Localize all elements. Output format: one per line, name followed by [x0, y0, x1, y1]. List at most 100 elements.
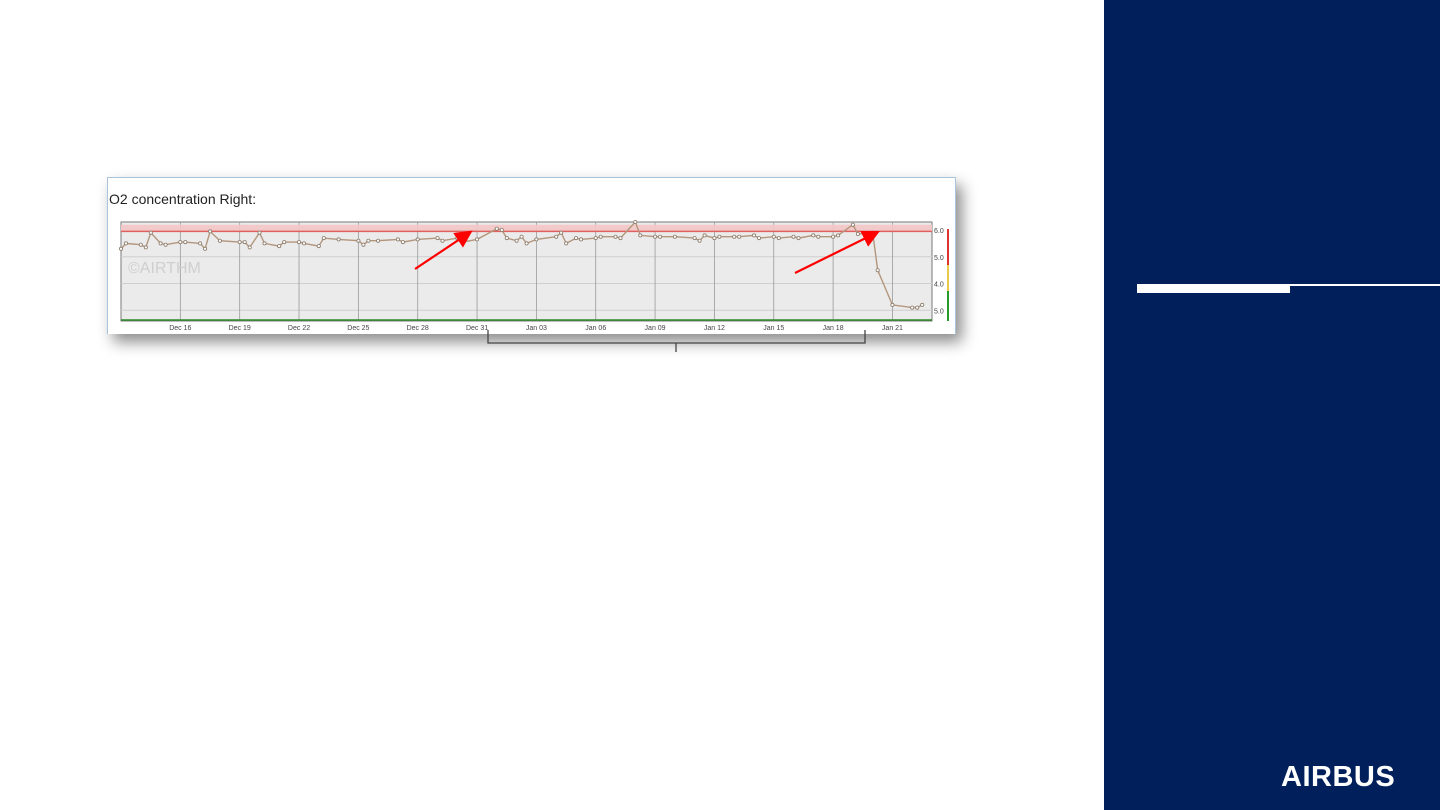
x-tick-label: Dec 25 — [347, 325, 369, 332]
data-point — [702, 233, 707, 238]
plot-area — [120, 221, 933, 322]
data-point — [361, 242, 366, 247]
data-point — [366, 238, 371, 243]
data-point — [578, 237, 583, 242]
data-point — [440, 238, 445, 243]
data-point — [262, 241, 267, 246]
x-axis-ticks: Dec 16 Dec 19 Dec 22 Dec 25 Dec 28 Dec 31 Jan … — [169, 325, 903, 332]
data-point — [697, 238, 702, 243]
status-gauge — [947, 229, 949, 321]
x-tick-label: Dec 31 — [466, 325, 488, 332]
limit-band — [121, 224, 932, 232]
slide-content: O2 concentration Right: ©AIRTHM Dec 16 De… — [0, 0, 1104, 810]
sidebar-divider-accent — [1137, 284, 1290, 293]
data-point — [524, 241, 529, 246]
data-point — [757, 236, 762, 241]
data-point — [791, 234, 796, 239]
data-point — [564, 241, 569, 246]
y-tick-label: 5.0 — [934, 308, 944, 315]
data-point — [559, 230, 564, 235]
data-point — [143, 245, 148, 250]
data-point — [573, 236, 578, 241]
data-point — [692, 236, 697, 241]
data-point — [460, 240, 465, 245]
data-point — [890, 302, 895, 307]
data-point — [717, 234, 722, 239]
data-point — [875, 268, 880, 273]
data-point — [257, 230, 262, 235]
data-point — [282, 240, 287, 245]
x-tick-label: Jan 03 — [526, 325, 547, 332]
y-tick-label: 4.0 — [934, 282, 944, 289]
data-point — [163, 242, 168, 247]
data-point — [499, 228, 504, 233]
sidebar-panel: AIRBUS — [1104, 0, 1440, 810]
y-tick-label: 5.0 — [934, 255, 944, 262]
watermark-text: ©AIRTHM — [128, 260, 201, 277]
data-point — [776, 236, 781, 241]
data-point — [356, 238, 361, 243]
x-tick-label: Dec 28 — [407, 325, 429, 332]
data-point — [593, 236, 598, 241]
data-point — [415, 237, 420, 242]
data-point — [752, 233, 757, 238]
data-point — [183, 240, 188, 245]
data-point — [178, 240, 183, 245]
o2-concentration-chart: ©AIRTHM Dec 16 Dec 19 Dec 22 Dec 25 Dec 28 De… — [118, 220, 949, 332]
data-point — [638, 233, 643, 238]
data-point — [811, 233, 816, 238]
data-point — [836, 233, 841, 238]
airbus-logo: AIRBUS — [1281, 761, 1395, 792]
data-point — [653, 234, 658, 239]
data-point — [771, 234, 776, 239]
y-axis-ticks: 6.0 5.0 4.0 5.0 — [934, 228, 944, 315]
data-point — [158, 241, 163, 246]
data-point — [598, 234, 603, 239]
data-point — [534, 237, 539, 242]
data-point — [915, 305, 920, 310]
data-point — [208, 229, 213, 234]
data-point — [321, 236, 326, 241]
chart-panel: O2 concentration Right: ©AIRTHM Dec 16 De… — [107, 177, 956, 334]
x-tick-label: Dec 16 — [169, 325, 191, 332]
x-tick-label: Jan 18 — [823, 325, 844, 332]
data-point — [504, 236, 509, 241]
data-point — [148, 230, 153, 235]
x-tick-label: Dec 22 — [288, 325, 310, 332]
data-point — [910, 305, 915, 310]
x-tick-label: Jan 09 — [645, 325, 666, 332]
data-point — [831, 234, 836, 239]
data-point — [277, 244, 282, 249]
data-point — [336, 237, 341, 242]
x-tick-label: Jan 06 — [585, 325, 606, 332]
data-point — [376, 238, 381, 243]
data-point — [400, 240, 405, 245]
data-point — [198, 241, 203, 246]
data-point — [118, 246, 123, 251]
data-point — [712, 236, 717, 241]
data-point — [658, 234, 663, 239]
data-point — [435, 236, 440, 241]
airbus-logo-text: AIRBUS — [1281, 761, 1395, 792]
data-point — [316, 244, 321, 249]
data-point — [855, 232, 860, 237]
data-point — [494, 226, 499, 231]
data-point — [514, 238, 519, 243]
x-tick-label: Jan 12 — [704, 325, 725, 332]
data-point — [920, 302, 925, 307]
data-point — [242, 240, 247, 245]
data-point — [395, 237, 400, 242]
data-point — [247, 245, 252, 250]
data-point — [870, 230, 875, 235]
data-point — [672, 234, 677, 239]
data-point — [816, 234, 821, 239]
data-point — [613, 234, 618, 239]
data-point — [237, 240, 242, 245]
data-point — [123, 241, 128, 246]
data-point — [633, 220, 638, 225]
data-point — [850, 222, 855, 227]
annotation-layer — [414, 230, 880, 352]
data-point — [474, 237, 479, 242]
data-point — [618, 236, 623, 241]
x-tick-label: Dec 19 — [229, 325, 251, 332]
